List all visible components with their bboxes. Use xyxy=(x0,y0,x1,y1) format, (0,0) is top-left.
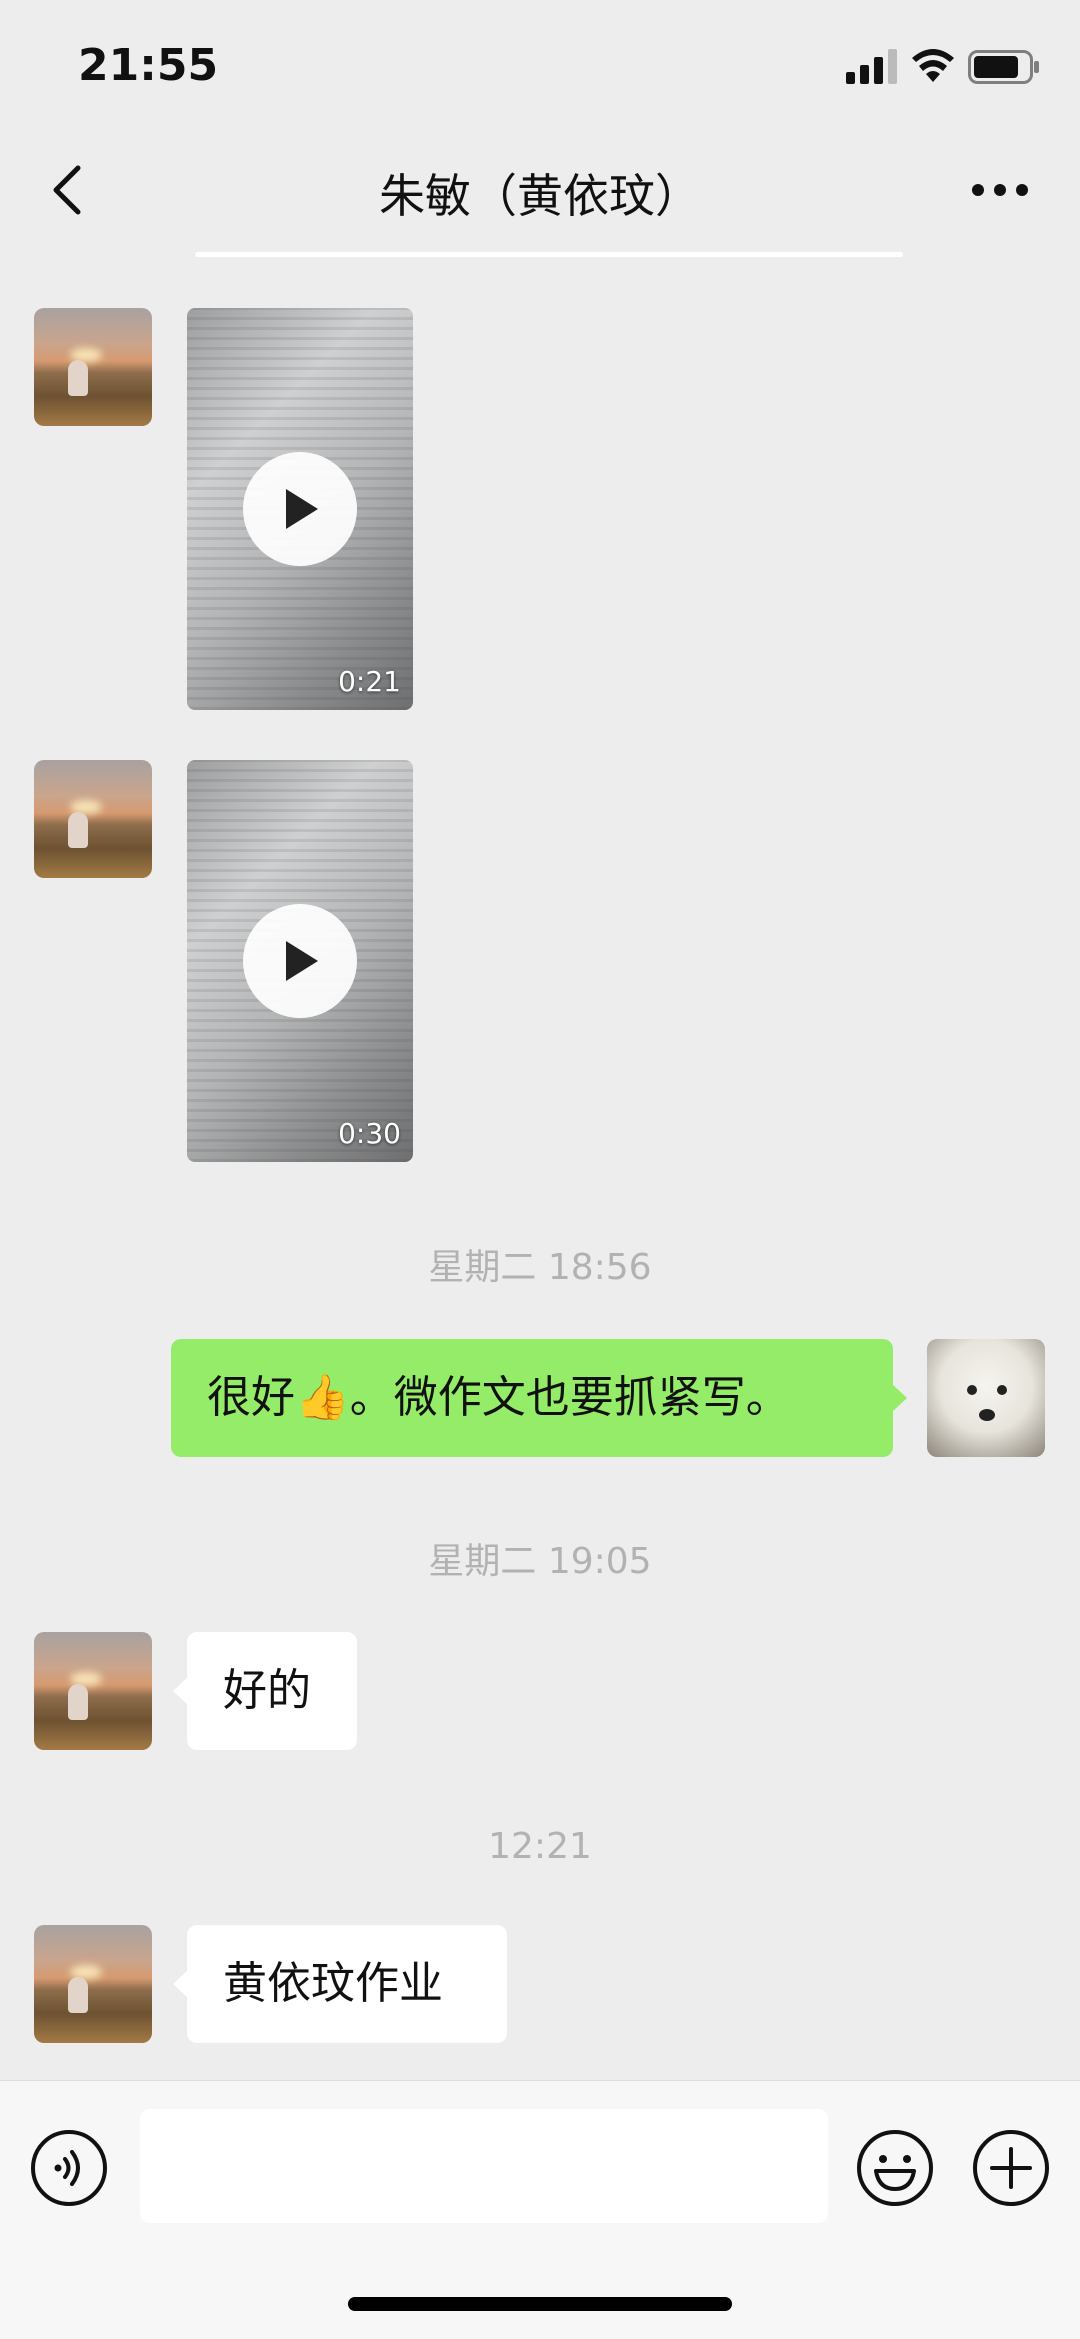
video-duration: 0:21 xyxy=(338,665,401,698)
nav-bar: 朱敏（黄依玟） xyxy=(0,130,1080,250)
play-icon[interactable] xyxy=(243,452,357,566)
play-icon[interactable] xyxy=(243,904,357,1018)
more-button[interactable] xyxy=(960,158,1040,222)
avatar[interactable] xyxy=(34,1632,152,1750)
emoji-icon[interactable] xyxy=(856,2129,934,2207)
avatar[interactable] xyxy=(34,1925,152,2043)
status-time: 21:55 xyxy=(78,40,219,91)
plus-circle-icon[interactable] xyxy=(972,2129,1050,2207)
timestamp: 星期二 18:56 xyxy=(428,1247,652,1288)
voice-input-icon[interactable] xyxy=(30,2129,108,2207)
nav-divider xyxy=(195,252,903,257)
timestamp: 星期二 19:05 xyxy=(428,1541,652,1582)
video-duration: 0:30 xyxy=(338,1117,401,1150)
chat-title: 朱敏（黄依玟） xyxy=(379,169,701,223)
message-input[interactable] xyxy=(140,2109,828,2223)
chevron-left-icon xyxy=(53,165,81,215)
avatar[interactable] xyxy=(34,308,152,426)
avatar[interactable] xyxy=(34,760,152,878)
timestamp: 12:21 xyxy=(488,1826,592,1867)
back-button[interactable] xyxy=(36,158,100,222)
video-message[interactable]: 0:30 xyxy=(187,760,413,1162)
video-message[interactable]: 0:21 xyxy=(187,308,413,710)
more-dots-icon xyxy=(972,184,1028,196)
avatar[interactable] xyxy=(927,1339,1045,1457)
battery-icon xyxy=(968,50,1039,84)
message-bubble-incoming[interactable]: 好的 xyxy=(173,1632,357,1750)
home-indicator[interactable] xyxy=(348,2297,732,2311)
cellular-signal-icon xyxy=(846,49,897,84)
chat-screen: 21:55 朱敏（黄依玟） 0:21 0:30 星期二 18:56 很好👍。微作… xyxy=(0,0,1080,2339)
wifi-icon xyxy=(912,49,954,82)
message-bubble-outgoing[interactable]: 很好👍。微作文也要抓紧写。 xyxy=(171,1339,907,1457)
message-bubble-incoming[interactable]: 黄依玟作业 xyxy=(173,1925,507,2043)
status-bar: 21:55 xyxy=(0,0,1080,130)
